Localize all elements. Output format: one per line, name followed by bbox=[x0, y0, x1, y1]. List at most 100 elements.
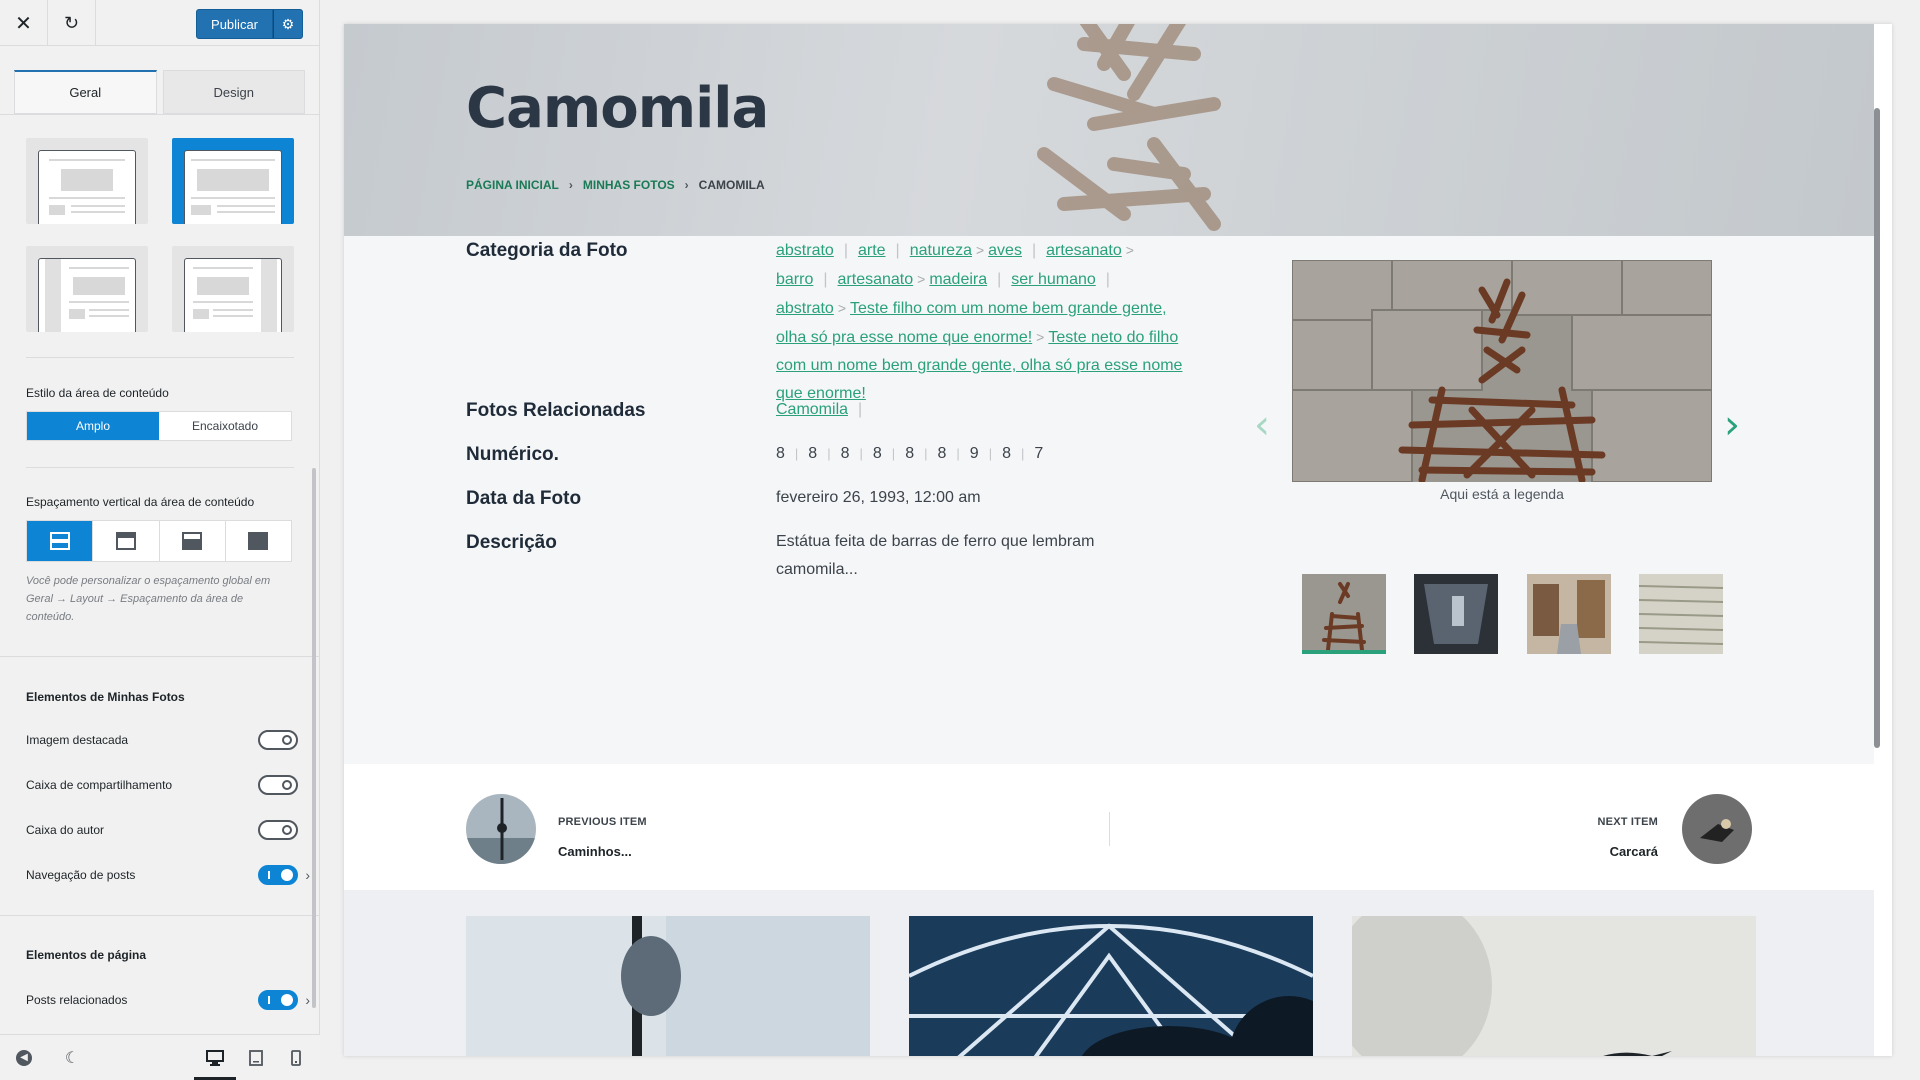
gallery-thumbnail[interactable] bbox=[1414, 574, 1498, 654]
close-button[interactable]: ✕ bbox=[0, 0, 48, 46]
page-hero: Camomila PÁGINA INICIAL › MINHAS FOTOS ›… bbox=[344, 24, 1874, 236]
related-values: Camomila | bbox=[776, 401, 863, 418]
breadcrumb-photos-link[interactable]: MINHAS FOTOS bbox=[583, 178, 675, 192]
chevron-right-icon[interactable]: › bbox=[305, 992, 310, 1008]
layout-option-left-sidebar[interactable] bbox=[26, 246, 148, 332]
author-box-toggle[interactable] bbox=[258, 820, 298, 840]
gallery-thumbnail[interactable] bbox=[1302, 574, 1386, 654]
gallery-caption: Aqui está a legenda bbox=[1440, 486, 1564, 502]
toggle-label: Imagem destacada bbox=[26, 733, 129, 747]
content-style-switch: Amplo Encaixotado bbox=[26, 411, 292, 441]
related-posts-toggle[interactable] bbox=[258, 990, 298, 1010]
category-link[interactable]: artesanato bbox=[838, 271, 914, 288]
numeric-field-label: Numérico. bbox=[466, 444, 559, 465]
layout-options bbox=[26, 138, 294, 332]
preview-scrollbar[interactable] bbox=[1874, 108, 1880, 748]
category-link[interactable]: madeira bbox=[929, 271, 987, 288]
toggle-row-related-posts: Posts relacionados › bbox=[26, 988, 310, 1012]
spacing-bottom-icon bbox=[182, 532, 203, 550]
content-style-amplo[interactable]: Amplo bbox=[27, 412, 159, 440]
spacing-top-option[interactable] bbox=[93, 521, 160, 561]
content-style-encaixotado[interactable]: Encaixotado bbox=[159, 412, 291, 440]
toggle-label: Caixa de compartilhamento bbox=[26, 778, 173, 792]
numeric-value: 8 bbox=[840, 445, 850, 462]
sidebar-footer: ◀ ☾ bbox=[0, 1034, 320, 1080]
mobile-preview-button[interactable] bbox=[284, 1047, 308, 1069]
tablet-preview-button[interactable] bbox=[244, 1047, 268, 1069]
collapse-sidebar-button[interactable]: ◀ bbox=[12, 1047, 36, 1069]
related-post-card[interactable] bbox=[1352, 916, 1756, 1056]
related-post-card[interactable] bbox=[466, 916, 870, 1056]
divider bbox=[26, 467, 294, 468]
gallery-thumbnail[interactable] bbox=[1639, 574, 1723, 654]
breadcrumb-home-link[interactable]: PÁGINA INICIAL bbox=[466, 178, 559, 192]
gallery-prev-arrow-icon[interactable]: ‹ bbox=[1254, 402, 1270, 448]
previous-item-label: PREVIOUS ITEM bbox=[558, 816, 647, 828]
share-box-toggle[interactable] bbox=[258, 775, 298, 795]
spacing-none-option[interactable] bbox=[226, 521, 291, 561]
tabs-divider bbox=[0, 114, 320, 115]
numeric-value: 8 bbox=[872, 445, 882, 462]
category-link[interactable]: ser humano bbox=[1011, 271, 1096, 288]
toggle-row-featured-image: Imagem destacada bbox=[26, 728, 308, 752]
vertical-spacing-options bbox=[26, 520, 292, 562]
category-link[interactable]: natureza bbox=[910, 242, 972, 259]
numeric-value: 8 bbox=[808, 445, 818, 462]
mobile-icon bbox=[291, 1050, 301, 1066]
category-link[interactable]: abstrato bbox=[776, 300, 834, 317]
numeric-value: 8 bbox=[776, 445, 785, 462]
section-divider bbox=[0, 915, 320, 916]
photo-date: fevereiro 26, 1993, 12:00 am bbox=[776, 489, 981, 506]
category-values: abstrato | arte | natureza > aves | artesanato > … bbox=[776, 242, 1183, 402]
gallery-next-arrow-icon[interactable]: › bbox=[1724, 402, 1740, 448]
page-elements-title: Elementos de página bbox=[26, 948, 147, 962]
featured-image-toggle[interactable] bbox=[258, 730, 298, 750]
content-style-label: Estilo da área de conteúdo bbox=[26, 386, 169, 400]
spacing-bottom-option[interactable] bbox=[160, 521, 226, 561]
tab-geral[interactable]: Geral bbox=[14, 70, 157, 114]
customizer-topbar: ✕ ↻ Publicar ⚙ bbox=[0, 0, 319, 46]
sidebar-scrollbar[interactable] bbox=[312, 468, 316, 1008]
moon-icon: ☾ bbox=[64, 1050, 80, 1067]
category-link[interactable]: barro bbox=[776, 271, 813, 288]
statue-photo bbox=[1292, 260, 1712, 482]
desktop-icon bbox=[206, 1050, 224, 1066]
undo-button[interactable]: ↻ bbox=[48, 0, 96, 46]
layout-option-no-sidebar-narrow[interactable] bbox=[26, 138, 148, 224]
gallery-main-image[interactable] bbox=[1292, 260, 1712, 482]
layout-option-right-sidebar[interactable] bbox=[172, 246, 294, 332]
tab-design[interactable]: Design bbox=[162, 70, 305, 114]
category-link[interactable]: arte bbox=[858, 242, 886, 259]
previous-item-thumbnail[interactable] bbox=[466, 794, 536, 864]
chevron-right-icon[interactable]: › bbox=[305, 867, 310, 883]
related-field-label: Fotos Relacionadas bbox=[466, 400, 646, 421]
related-post-card[interactable] bbox=[909, 916, 1313, 1056]
publish-button[interactable]: Publicar bbox=[196, 9, 273, 39]
category-link[interactable]: artesanato bbox=[1046, 242, 1122, 259]
post-navigation-toggle[interactable] bbox=[258, 865, 298, 885]
breadcrumb-separator-icon: › bbox=[684, 178, 689, 192]
related-photo-link[interactable]: Camomila bbox=[776, 401, 848, 418]
publish-settings-button[interactable]: ⚙ bbox=[273, 9, 303, 39]
desktop-preview-button[interactable] bbox=[203, 1047, 227, 1069]
collapse-icon: ◀ bbox=[16, 1050, 32, 1066]
layout-preview-icon bbox=[38, 150, 136, 224]
gallery-thumbnail[interactable] bbox=[1527, 574, 1611, 654]
dark-mode-button[interactable]: ☾ bbox=[60, 1047, 84, 1069]
next-item-title[interactable]: Carcará bbox=[1610, 844, 1658, 859]
section-divider bbox=[0, 656, 320, 657]
toggle-row-author-box: Caixa do autor bbox=[26, 818, 308, 842]
category-link[interactable]: abstrato bbox=[776, 242, 834, 259]
next-item-thumbnail[interactable] bbox=[1682, 794, 1752, 864]
toggle-row-post-navigation: Navegação de posts › bbox=[26, 863, 310, 887]
publish-group: Publicar ⚙ bbox=[196, 9, 303, 39]
category-link[interactable]: aves bbox=[988, 242, 1022, 259]
numeric-value: 8 bbox=[1002, 445, 1011, 462]
previous-item-title[interactable]: Caminhos... bbox=[558, 844, 632, 859]
category-field-label: Categoria da Foto bbox=[466, 240, 628, 261]
spacing-both-option[interactable] bbox=[27, 521, 94, 561]
related-posts bbox=[344, 890, 1874, 1056]
layout-option-no-sidebar-wide[interactable] bbox=[172, 138, 294, 224]
spacing-help-text: Você pode personalizar o espaçamento glo… bbox=[26, 575, 271, 623]
toggle-label: Navegação de posts bbox=[26, 868, 136, 882]
